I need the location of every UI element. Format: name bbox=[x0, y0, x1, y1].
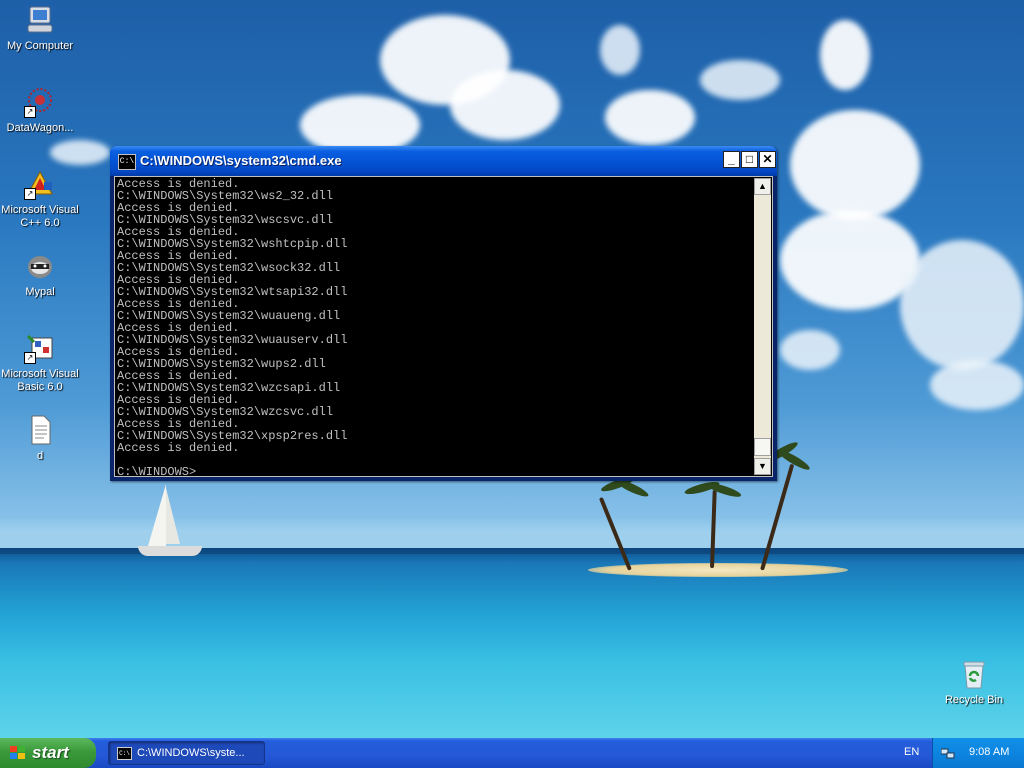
taskbar-item-label: C:\WINDOWS\syste... bbox=[137, 747, 245, 759]
cmd-icon: C:\ bbox=[117, 747, 132, 760]
scroll-down-button[interactable]: ▼ bbox=[754, 458, 771, 475]
desktop-icon-label: Mypal bbox=[25, 286, 55, 298]
desktop-icon-datawagon[interactable]: ↗ DataWagon... bbox=[0, 86, 80, 135]
desktop-icon-my-computer[interactable]: My Computer bbox=[0, 4, 80, 53]
cmd-icon: C:\ bbox=[118, 154, 136, 170]
sailboat bbox=[148, 484, 166, 546]
text-document-icon bbox=[24, 414, 56, 446]
taskbar: start C:\ C:\WINDOWS\syste... EN 9:08 AM bbox=[0, 738, 1024, 768]
console-line: C:\WINDOWS> bbox=[117, 465, 197, 475]
clock[interactable]: 9:08 AM bbox=[969, 746, 1009, 758]
desktop-icon-visual-basic[interactable]: ↗ Microsoft Visual Basic 6.0 bbox=[0, 332, 80, 394]
desktop-icon-visual-cpp[interactable]: ↗ Microsoft Visual C++ 6.0 bbox=[0, 168, 80, 230]
scroll-up-button[interactable]: ▲ bbox=[754, 178, 771, 195]
shortcut-arrow-icon: ↗ bbox=[24, 106, 36, 118]
system-tray: 9:08 AM bbox=[932, 738, 1024, 768]
datawagon-icon: ↗ bbox=[24, 86, 56, 118]
shortcut-arrow-icon: ↗ bbox=[24, 352, 36, 364]
title-bar[interactable]: C:\ C:\WINDOWS\system32\cmd.exe _ □ ✕ bbox=[110, 146, 777, 176]
minimize-button[interactable]: _ bbox=[723, 151, 740, 168]
console-frame: Access is denied. C:\WINDOWS\System32\ws2… bbox=[114, 176, 773, 477]
close-button[interactable]: ✕ bbox=[759, 151, 776, 168]
desktop-icon-label: Microsoft Visual C++ 6.0 bbox=[1, 204, 79, 229]
my-computer-icon bbox=[24, 4, 56, 36]
recycle-bin-icon bbox=[958, 658, 990, 690]
desktop-icon-label: DataWagon... bbox=[6, 122, 74, 134]
language-indicator[interactable]: EN bbox=[904, 746, 919, 758]
taskbar-item-cmd[interactable]: C:\ C:\WINDOWS\syste... bbox=[108, 741, 265, 765]
desktop-icon-d[interactable]: d bbox=[0, 414, 80, 463]
console-output[interactable]: Access is denied. C:\WINDOWS\System32\ws2… bbox=[117, 178, 753, 475]
desktop-icon-label: Microsoft Visual Basic 6.0 bbox=[1, 368, 79, 393]
start-button[interactable]: start bbox=[0, 738, 96, 768]
desktop-icon-label: My Computer bbox=[6, 40, 74, 52]
cmd-window[interactable]: C:\ C:\WINDOWS\system32\cmd.exe _ □ ✕ Ac… bbox=[110, 146, 777, 481]
desktop-icon-recycle-bin[interactable]: Recycle Bin bbox=[934, 658, 1014, 707]
shortcut-arrow-icon: ↗ bbox=[24, 188, 36, 200]
vertical-scrollbar[interactable]: ▲ ▼ bbox=[754, 178, 771, 475]
desktop-icon-label: d bbox=[36, 450, 44, 462]
network-icon[interactable] bbox=[940, 746, 955, 759]
desktop-icon-mypal[interactable]: Mypal bbox=[0, 250, 80, 299]
window-title: C:\WINDOWS\system32\cmd.exe bbox=[140, 153, 342, 168]
mypal-icon bbox=[24, 250, 56, 282]
scroll-thumb[interactable] bbox=[754, 438, 771, 456]
maximize-button[interactable]: □ bbox=[741, 151, 758, 168]
start-label: start bbox=[32, 743, 69, 762]
windows-logo-icon bbox=[10, 746, 26, 760]
desktop-icon-label: Recycle Bin bbox=[944, 694, 1004, 706]
visual-basic-icon: ↗ bbox=[24, 332, 56, 364]
visual-cpp-icon: ↗ bbox=[24, 168, 56, 200]
console-line: Access is denied. bbox=[117, 441, 240, 455]
